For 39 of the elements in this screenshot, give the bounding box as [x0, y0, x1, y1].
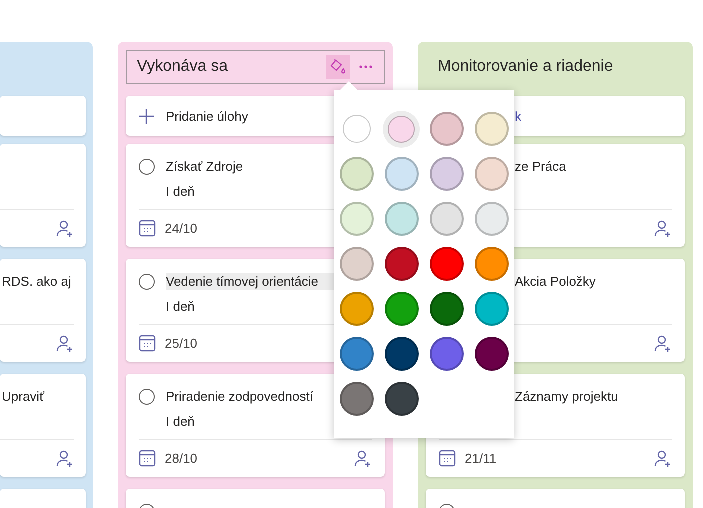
task-title: ze Práca [515, 158, 568, 175]
task-card[interactable]: RDS. ako aj [0, 259, 86, 362]
task-duration: I deň [166, 298, 196, 315]
add-person-icon[interactable] [654, 220, 672, 238]
color-swatch[interactable] [342, 115, 370, 143]
calendar-icon [139, 220, 156, 237]
add-task-label: k [515, 108, 522, 124]
paint-bucket-button[interactable] [326, 55, 350, 79]
due-date: 28/10 [165, 451, 198, 466]
add-person-icon[interactable] [654, 334, 672, 352]
task-title: RDS. ako aj [2, 273, 72, 290]
bucket-header[interactable]: Monitorovanie a riadenie [426, 50, 685, 84]
add-task-label: Pridanie úlohy [166, 108, 248, 124]
task-checkbox-icon[interactable] [139, 274, 155, 290]
due-date: 21/11 [465, 451, 497, 466]
calendar-icon [139, 450, 156, 467]
task-card[interactable]: Upraviť [0, 374, 86, 477]
task-title: Záznamy projektu [515, 388, 620, 405]
bucket-title: Vykonáva sa [137, 58, 230, 76]
add-person-icon[interactable] [354, 450, 372, 468]
task-checkbox-icon[interactable] [139, 159, 155, 175]
due-date: 25/10 [165, 336, 198, 351]
plus-icon [139, 108, 154, 124]
add-person-icon[interactable] [56, 450, 74, 468]
bucket-name-field[interactable]: Vykonáva sa [126, 50, 385, 84]
task-title: Získať Zdroje [166, 158, 244, 175]
task-title: Priradenie zodpovedností [166, 388, 314, 405]
add-person-icon[interactable] [56, 220, 74, 238]
task-title: Upraviť [2, 388, 46, 405]
add-person-icon[interactable] [654, 450, 672, 468]
task-duration: I deň [166, 413, 196, 430]
add-person-icon[interactable] [56, 334, 74, 352]
bucket-title: Monitorovanie a riadenie [438, 58, 614, 76]
task-duration: I deň [166, 183, 196, 200]
calendar-icon [439, 450, 456, 467]
task-title: Akcia Položky [515, 273, 597, 290]
calendar-icon [139, 335, 156, 352]
due-date: 24/10 [165, 221, 198, 236]
task-checkbox-icon[interactable] [139, 389, 155, 405]
